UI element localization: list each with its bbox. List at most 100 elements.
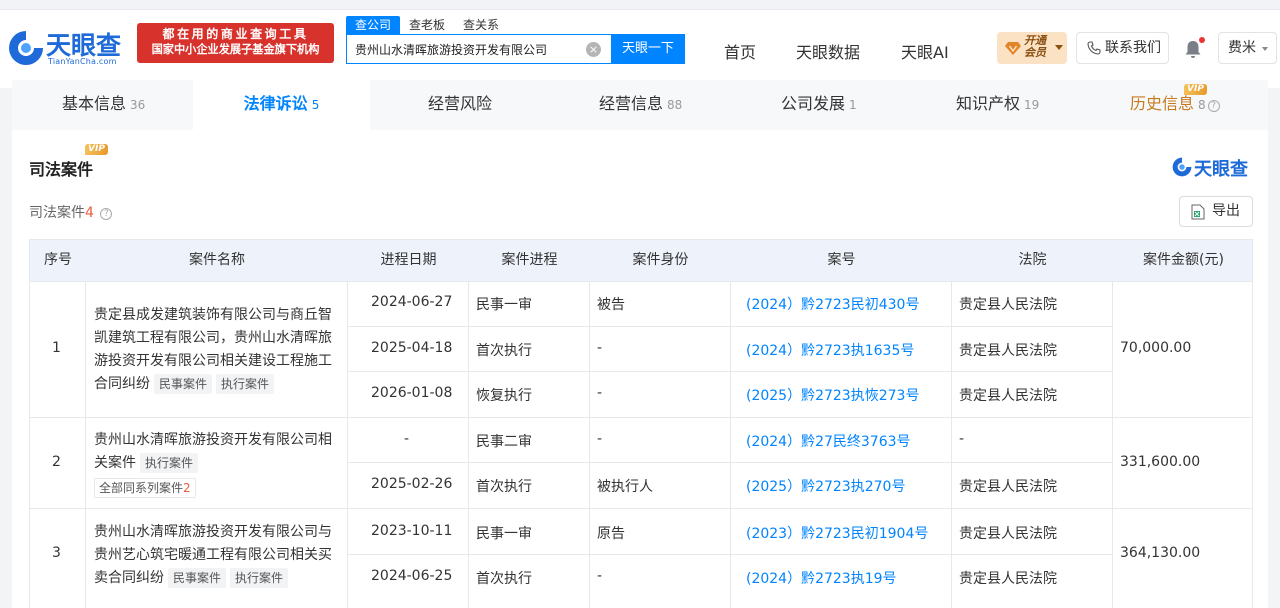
process-date: 2024-06-25	[371, 568, 453, 584]
search-box: ×	[346, 34, 611, 64]
banner-line2: 国家中小企业发展子基金旗下机构	[151, 43, 320, 56]
process-stage: 首次执行	[476, 479, 532, 495]
process-stage: 民事二审	[476, 434, 532, 450]
grid-line	[29, 508, 1253, 509]
case-no-link[interactable]: (2025）黔2723执恢273号	[746, 385, 919, 405]
grid-line	[29, 417, 1253, 418]
case-no-link[interactable]: (2024）黔2723执19号	[746, 568, 897, 588]
case-no-link[interactable]: (2024）黔2723执1635号	[746, 340, 914, 360]
case-no-link[interactable]: (2024）黔2723民初430号	[746, 294, 919, 314]
vip-badge: VIP	[1184, 84, 1207, 95]
help-icon[interactable]: ?	[1207, 100, 1220, 112]
case-name[interactable]: 贵州山水清晖旅游投资开发有限公司与 贵州艺心筑宅暖通工程有限公司相关买 卖合同纠…	[94, 521, 344, 590]
tab-legal[interactable]: 法律诉讼 5	[193, 80, 370, 130]
case-no-link[interactable]: (2024）黔27民终3763号	[746, 431, 911, 451]
tag-civil: 民事案件	[154, 374, 213, 394]
process-date: 2025-02-26	[371, 476, 453, 492]
contact-label: 联系我们	[1105, 40, 1161, 56]
tab-basic-info[interactable]: 基本信息 36	[62, 80, 145, 130]
court: 贵定县人民法院	[959, 526, 1057, 542]
case-role: -	[597, 385, 603, 401]
brand-text: 天眼查	[1194, 159, 1248, 180]
user-menu[interactable]: 费米	[1218, 32, 1277, 64]
search-type-tabs: 查公司 查老板 查关系	[346, 16, 508, 34]
col-header-name: 案件名称	[189, 252, 245, 268]
process-stage: 民事一审	[476, 526, 532, 542]
grid-line	[347, 326, 1112, 327]
grid-line	[1112, 282, 1113, 608]
grid-line	[468, 282, 469, 608]
grid-line	[730, 282, 731, 608]
process-stage: 民事一审	[476, 297, 532, 313]
nav-data[interactable]: 天眼数据	[796, 39, 860, 63]
vip-badge: VIP	[85, 144, 108, 155]
col-header-stage: 案件进程	[501, 252, 558, 268]
tianyancha-logo-icon	[1172, 157, 1192, 177]
case-amount: 331,600.00	[1120, 454, 1201, 470]
process-date: 2025-04-18	[371, 340, 453, 356]
grid-line	[951, 282, 952, 608]
case-name[interactable]: 贵定县成发建筑装饰有限公司与商丘智 凯建筑工程有限公司，贵州山水清晖旅 游投资开…	[94, 304, 344, 396]
grid-line	[589, 282, 590, 608]
court: 贵定县人民法院	[959, 571, 1057, 587]
col-header-date: 进程日期	[380, 252, 437, 268]
col-header-role: 案件身份	[632, 252, 689, 268]
promo-banner: 都在用的商业查询工具 国家中小企业发展子基金旗下机构	[137, 23, 334, 63]
series-cases-tag[interactable]: 全部同系列案件2	[94, 478, 196, 498]
banner-line1: 都在用的商业查询工具	[162, 27, 309, 41]
clear-icon[interactable]: ×	[586, 42, 601, 57]
case-no-link[interactable]: (2023）黔2723民初1904号	[746, 523, 928, 543]
court: 贵定县人民法院	[959, 343, 1057, 359]
browser-strip	[0, 0, 1280, 10]
case-no-link[interactable]: (2025）黔2723执270号	[746, 476, 905, 496]
search-tab-company[interactable]: 查公司	[346, 16, 401, 34]
vip-button[interactable]: 开通会员	[997, 32, 1067, 64]
col-header-court: 法院	[1018, 252, 1047, 268]
search-input[interactable]	[347, 35, 577, 63]
help-icon[interactable]: ?	[100, 208, 113, 220]
case-amount: 70,000.00	[1120, 340, 1192, 356]
chevron-down-icon	[1055, 45, 1063, 50]
col-header-amount: 案件金额(元)	[1143, 252, 1224, 268]
process-stage: 恢复执行	[476, 388, 532, 404]
section-title: 司法案件	[29, 160, 94, 179]
phone-icon	[1087, 41, 1101, 55]
user-name: 费米	[1228, 40, 1256, 56]
col-header-no: 序号	[44, 252, 72, 268]
tab-operation[interactable]: 经营信息 88	[599, 80, 682, 130]
tab-ip[interactable]: 知识产权 19	[956, 80, 1039, 130]
grid-line	[347, 554, 1112, 555]
court: 贵定县人民法院	[959, 479, 1057, 495]
notification-dot	[1199, 37, 1205, 43]
case-name[interactable]: 贵州山水清晖旅游投资开发有限公司相 关案件 执行案件 全部同系列案件2	[94, 429, 344, 500]
search-tab-relation[interactable]: 查关系	[454, 16, 508, 34]
process-date: -	[404, 431, 410, 447]
grid-line	[347, 462, 1112, 463]
contact-button[interactable]: 联系我们	[1076, 32, 1169, 64]
tag-civil: 民事案件	[168, 568, 227, 588]
case-number: 3	[52, 545, 61, 561]
case-role: -	[597, 340, 603, 356]
tab-development[interactable]: 公司发展 1	[781, 80, 857, 130]
nav-ai[interactable]: 天眼AI	[901, 39, 949, 63]
case-role: 被告	[597, 297, 625, 313]
tab-risk[interactable]: 经营风险	[428, 80, 492, 130]
export-button[interactable]: 导出	[1179, 196, 1253, 227]
excel-icon	[1191, 204, 1205, 220]
col-header-caseno: 案号	[827, 252, 856, 268]
nav-home[interactable]: 首页	[724, 39, 756, 63]
process-date: 2023-10-11	[371, 523, 453, 539]
logo-subtext: TianYanCha.com	[48, 57, 117, 66]
search-button[interactable]: 天眼一下	[611, 34, 685, 64]
case-number: 1	[52, 340, 61, 356]
tag-enforcement: 执行案件	[216, 374, 275, 394]
case-number: 2	[52, 454, 61, 470]
case-role: 被执行人	[597, 479, 653, 495]
search-tab-boss[interactable]: 查老板	[400, 16, 454, 34]
process-stage: 首次执行	[476, 571, 532, 587]
case-role: -	[597, 568, 603, 584]
site-logo[interactable]: 天眼查 TianYanCha.com	[6, 24, 130, 76]
process-date: 2026-01-08	[371, 385, 453, 401]
tag-enforcement: 执行案件	[230, 568, 289, 588]
case-amount: 364,130.00	[1120, 545, 1201, 561]
